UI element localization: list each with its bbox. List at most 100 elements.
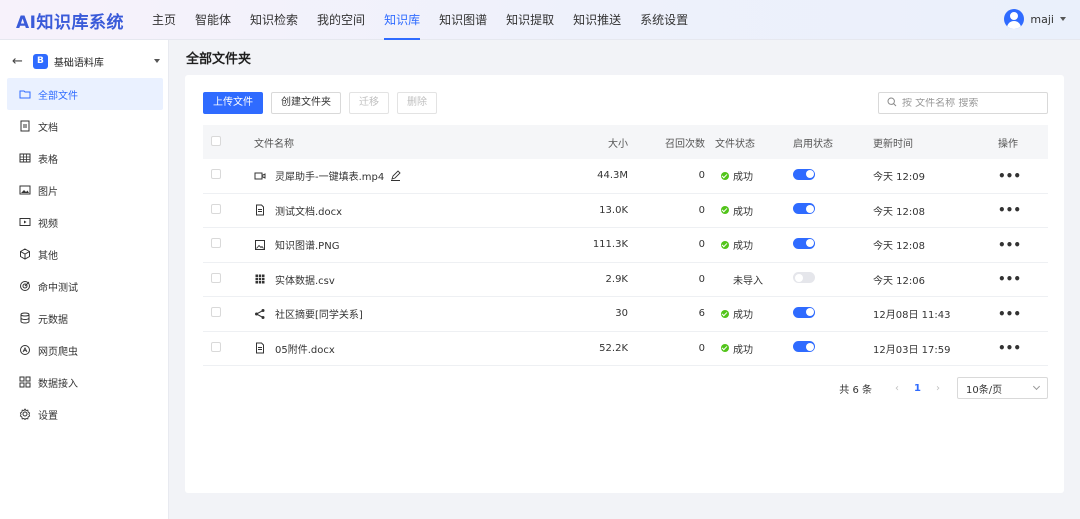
crawler-icon <box>19 344 31 356</box>
video-icon <box>19 216 31 228</box>
create-folder-button[interactable]: 创建文件夹 <box>271 92 341 114</box>
document-file-icon <box>254 342 266 354</box>
more-actions-icon[interactable]: ••• <box>998 169 1021 183</box>
pagination: 共 6 条 ‹ 1 › 10条/页 <box>839 377 1048 399</box>
table-row[interactable]: 灵犀助手-一键填表.mp4 44.3M 0 成功 今天 12:09 ••• <box>203 159 1048 194</box>
row-checkbox[interactable] <box>211 238 221 249</box>
sidebar-item-label: 数据接入 <box>38 378 78 390</box>
prev-page-icon[interactable]: ‹ <box>895 383 899 394</box>
table-row[interactable]: 测试文档.docx 13.0K 0 成功 今天 12:08 ••• <box>203 194 1048 228</box>
file-name[interactable]: 实体数据.csv <box>275 272 335 287</box>
sidebar-item-crawler[interactable]: 网页爬虫 <box>7 334 163 366</box>
back-arrow-icon[interactable]: ← <box>12 54 23 69</box>
chevron-down-icon <box>1032 382 1041 391</box>
enable-toggle[interactable] <box>793 237 815 249</box>
nav-item-knowledge-graph[interactable]: 知识图谱 <box>439 0 487 40</box>
more-actions-icon[interactable]: ••• <box>998 272 1021 286</box>
updated-time: 今天 12:06 <box>873 275 925 287</box>
enable-toggle[interactable] <box>793 203 815 215</box>
header-name[interactable]: 文件名称 <box>238 135 548 150</box>
file-name[interactable]: 05附件.docx <box>275 341 335 356</box>
total-count: 共 6 条 <box>839 384 873 396</box>
sidebar-item-all-files[interactable]: 全部文件 <box>7 78 163 110</box>
sidebar-item-hit-test[interactable]: 命中测试 <box>7 270 163 302</box>
file-list-panel: 上传文件 创建文件夹 迁移 删除 文件名称 大小 召回次数 文件状态 启用状态 … <box>185 75 1064 493</box>
recall-count: 0 <box>698 170 705 182</box>
sidebar-item-tables[interactable]: 表格 <box>7 142 163 174</box>
user-menu[interactable]: maji <box>1004 9 1066 29</box>
next-page-icon[interactable]: › <box>936 383 940 394</box>
row-checkbox[interactable] <box>211 272 221 283</box>
sidebar-item-settings[interactable]: 设置 <box>7 398 163 430</box>
graph-file-icon <box>254 308 266 320</box>
gear-icon <box>19 408 31 420</box>
sidebar-item-label: 网页爬虫 <box>38 346 78 358</box>
page-number-current[interactable]: 1 <box>914 383 921 394</box>
nav-item-knowledge-base[interactable]: 知识库 <box>384 0 421 40</box>
table-row[interactable]: 知识图谱.PNG 111.3K 0 成功 今天 12:08 ••• <box>203 228 1048 263</box>
search-box[interactable] <box>878 92 1048 114</box>
success-check-icon <box>721 344 729 353</box>
header-size[interactable]: 大小 <box>548 135 628 150</box>
sidebar-item-label: 其他 <box>38 250 58 262</box>
nav-item-extraction[interactable]: 知识提取 <box>506 0 554 40</box>
nav-item-push[interactable]: 知识推送 <box>573 0 621 40</box>
file-name[interactable]: 测试文档.docx <box>275 203 342 218</box>
app-logo[interactable]: AI知识库系统 <box>16 8 124 33</box>
sidebar-item-metadata[interactable]: 元数据 <box>7 302 163 334</box>
sidebar-item-images[interactable]: 图片 <box>7 174 163 206</box>
more-actions-icon[interactable]: ••• <box>998 203 1021 217</box>
sidebar-item-other[interactable]: 其他 <box>7 238 163 270</box>
sidebar-item-documents[interactable]: 文档 <box>7 110 163 142</box>
edit-icon[interactable] <box>390 170 401 182</box>
toolbar: 上传文件 创建文件夹 迁移 删除 <box>203 92 437 114</box>
library-name: 基础语料库 <box>53 57 104 69</box>
table-row[interactable]: 实体数据.csv 2.9K 0 未导入 今天 12:06 ••• <box>203 263 1048 297</box>
file-name[interactable]: 知识图谱.PNG <box>275 237 339 252</box>
nav-item-agent[interactable]: 智能体 <box>195 0 231 40</box>
sidebar-item-videos[interactable]: 视频 <box>7 206 163 238</box>
row-checkbox[interactable] <box>211 169 221 180</box>
file-name[interactable]: 灵犀助手-一键填表.mp4 <box>275 168 384 183</box>
header-enabled[interactable]: 启用状态 <box>793 135 873 150</box>
file-name[interactable]: 社区摘要[同学关系] <box>275 306 363 321</box>
table-row[interactable]: 05附件.docx 52.2K 0 成功 12月03日 17:59 ••• <box>203 332 1048 366</box>
page-size-select[interactable]: 10条/页 <box>957 377 1048 399</box>
table-row[interactable]: 社区摘要[同学关系] 30 6 成功 12月08日 11:43 ••• <box>203 297 1048 332</box>
header-recall[interactable]: 召回次数 <box>628 135 705 150</box>
sidebar-item-data-access[interactable]: 数据接入 <box>7 366 163 398</box>
enable-toggle[interactable] <box>793 272 815 284</box>
select-all-checkbox[interactable] <box>211 135 221 146</box>
row-checkbox[interactable] <box>211 307 221 318</box>
success-check-icon <box>721 309 729 318</box>
target-icon <box>19 280 31 292</box>
updated-time: 今天 12:08 <box>873 241 925 253</box>
header-status[interactable]: 文件状态 <box>705 135 793 150</box>
move-button[interactable]: 迁移 <box>349 92 389 114</box>
nav-item-search[interactable]: 知识检索 <box>250 0 298 40</box>
sidebar-item-label: 全部文件 <box>38 90 78 102</box>
nav-item-my-space[interactable]: 我的空间 <box>317 0 365 40</box>
enable-toggle[interactable] <box>793 168 815 180</box>
search-icon <box>887 96 902 110</box>
library-switcher[interactable]: ← B 基础语料库 <box>12 52 160 70</box>
file-size: 52.2K <box>599 342 628 354</box>
delete-button[interactable]: 删除 <box>397 92 437 114</box>
more-actions-icon[interactable]: ••• <box>998 238 1021 252</box>
enable-toggle[interactable] <box>793 341 815 353</box>
main-nav: 主页 智能体 知识检索 我的空间 知识库 知识图谱 知识提取 知识推送 系统设置 <box>152 0 707 40</box>
sidebar-item-label: 元数据 <box>38 314 68 326</box>
search-input[interactable] <box>902 97 1042 109</box>
enable-toggle[interactable] <box>793 306 815 318</box>
upload-file-button[interactable]: 上传文件 <box>203 92 263 114</box>
row-checkbox[interactable] <box>211 341 221 352</box>
more-actions-icon[interactable]: ••• <box>998 307 1021 321</box>
nav-item-home[interactable]: 主页 <box>152 0 176 40</box>
recall-count: 0 <box>698 204 705 216</box>
header-updated[interactable]: 更新时间 <box>873 135 998 150</box>
status-spacer <box>721 275 729 283</box>
nav-item-settings[interactable]: 系统设置 <box>640 0 688 40</box>
row-checkbox[interactable] <box>211 203 221 214</box>
updated-time: 12月08日 11:43 <box>873 310 951 322</box>
more-actions-icon[interactable]: ••• <box>998 341 1021 355</box>
